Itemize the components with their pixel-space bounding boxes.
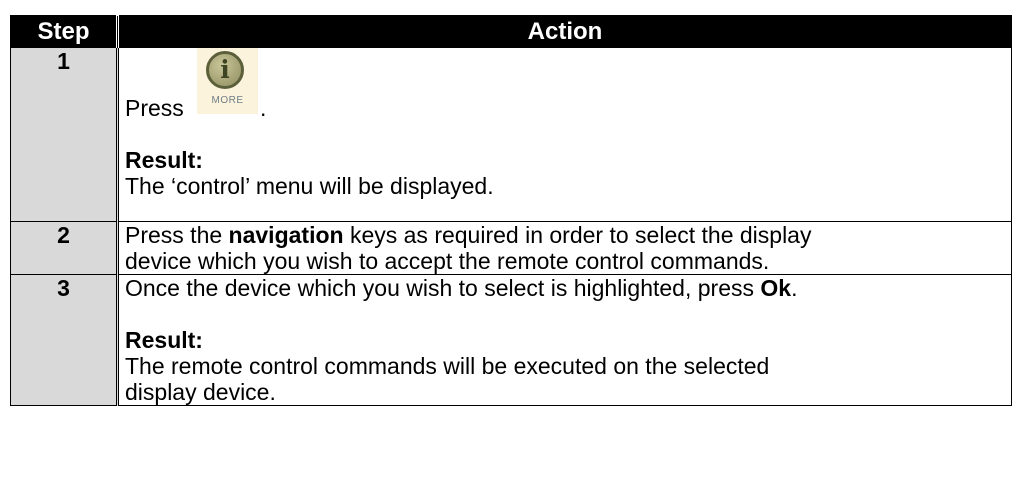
action-cell: Once the device which you wish to select… [117, 274, 1012, 406]
instruction-table-wrapper: Step Action 1 Press i MORE . Result: The… [10, 15, 1012, 406]
step-number: 1 [10, 47, 119, 222]
result-label: Result: [125, 147, 203, 173]
press-suffix: . [260, 95, 267, 121]
step-action-table: Step Action 1 Press i MORE . Result: The… [10, 15, 1012, 406]
instruction-line: Press the navigation keys as required in… [125, 222, 812, 248]
action-column-header: Action [117, 15, 1012, 48]
step-number: 2 [10, 221, 119, 275]
action-cell: Press the navigation keys as required in… [117, 221, 1012, 275]
table-row: 1 Press i MORE . Result: The ‘control’ m… [10, 47, 1012, 222]
instruction-line: device which you wish to accept the remo… [125, 248, 770, 274]
action-cell: Press i MORE . Result: The ‘control’ men… [117, 47, 1012, 222]
result-text: display device. [125, 379, 276, 405]
result-text: The ‘control’ menu will be displayed. [125, 173, 494, 199]
info-glyph: i [220, 55, 230, 84]
press-text: Press [125, 95, 184, 121]
header-row: Step Action [10, 15, 1012, 48]
info-more-icon: i MORE [197, 48, 258, 114]
press-instruction: Press i MORE . [125, 48, 1005, 121]
table-row: 2 Press the navigation keys as required … [10, 221, 1012, 275]
table-row: 3 Once the device which you wish to sele… [10, 274, 1012, 406]
step-number: 3 [10, 274, 119, 406]
emphasis-navigation: navigation [228, 222, 344, 248]
step-column-header: Step [10, 15, 119, 48]
result-text: The remote control commands will be exec… [125, 353, 770, 379]
result-label: Result: [125, 327, 203, 353]
instruction-line: Once the device which you wish to select… [125, 275, 798, 301]
emphasis-ok: Ok [760, 275, 792, 301]
info-circle: i [206, 51, 244, 89]
more-label: MORE [211, 95, 244, 106]
